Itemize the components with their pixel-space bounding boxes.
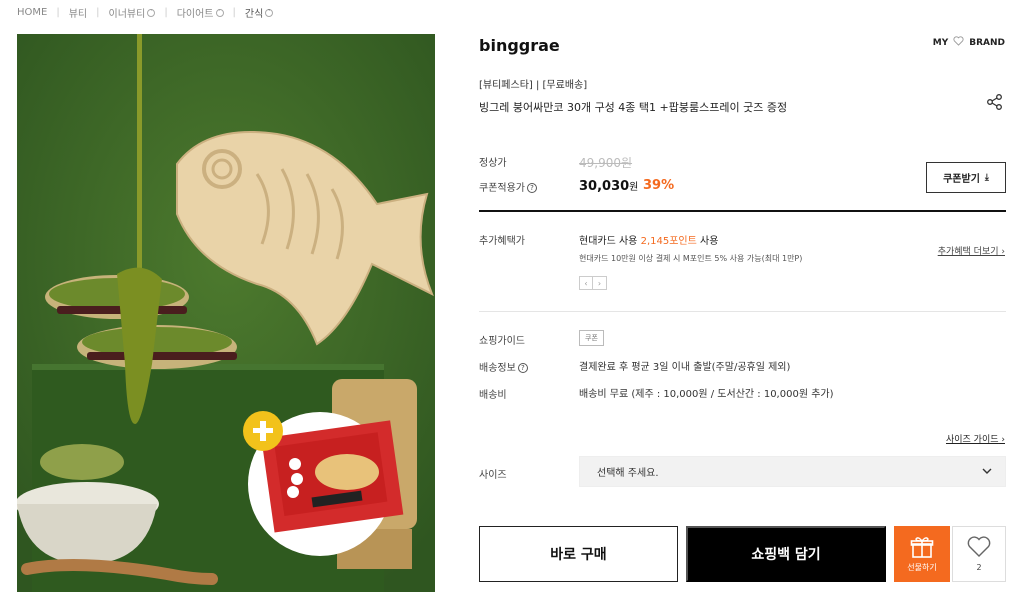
add-to-bag-label: 쇼핑백 담기 [751, 547, 821, 563]
coupon-price-unit: 원 [629, 182, 639, 193]
coupon-price-label: 쿠폰적용가 [479, 183, 525, 194]
coupon-price-label-wrap: 쿠폰적용가? [479, 179, 537, 194]
breadcrumb-diet[interactable]: 다이어트 ˅ [177, 5, 224, 20]
breadcrumb-separator: | [232, 7, 236, 18]
coupon-price: 30,030원 [579, 178, 638, 194]
gift-label: 선물하기 [907, 562, 937, 572]
breadcrumb-snack[interactable]: 간식 ˅ [244, 5, 274, 20]
brand-name[interactable]: binggrae [479, 36, 560, 55]
help-icon[interactable]: ? [517, 363, 528, 373]
like-button[interactable]: 2 [952, 526, 1006, 582]
breadcrumb-inner-beauty[interactable]: 이너뷰티 ˅ [109, 5, 156, 20]
product-tags: [뷰티페스타] | [무료배송] [479, 80, 588, 91]
regular-price-label: 정상가 [479, 158, 507, 169]
breadcrumb-separator: | [164, 7, 168, 18]
coupon-price-value: 30,030 [579, 179, 630, 194]
breadcrumb-snack-label: 간식 [244, 9, 264, 20]
product-illustration [17, 34, 435, 592]
benefit-detail: 현대카드 10만원 이상 결제 시 M포인트 5% 사용 가능(최대 1만P) [579, 254, 803, 263]
buy-now-button[interactable]: 바로 구매 [479, 526, 678, 582]
benefit-more-link[interactable]: 추가혜택 더보기 › [938, 244, 1005, 257]
product-title: 빙그레 붕어싸만코 30개 구성 4종 택1 +팝붕룸스프레이 굿즈 증정 [479, 101, 788, 114]
shipping-fee-label: 배송비 [479, 390, 507, 401]
size-select[interactable]: 선택해 주세요. [579, 456, 1006, 487]
chevron-down-icon[interactable]: ˅ [265, 8, 274, 17]
breadcrumb-separator: | [96, 7, 100, 18]
shipping-label-wrap: 배송정보? [479, 359, 528, 374]
my-brand-toggle[interactable]: MY BRAND [933, 36, 1005, 49]
buy-now-label: 바로 구매 [550, 547, 607, 563]
benefit-points-suffix: 사용 [700, 236, 719, 247]
help-icon[interactable]: ? [527, 183, 537, 193]
size-guide-label: 사이즈 가이드 [945, 435, 999, 445]
coupon-tag[interactable]: 쿠폰 [579, 330, 604, 346]
shipping-label: 배송정보 [479, 363, 516, 374]
benefit-more-label: 추가혜택 더보기 [937, 247, 999, 257]
breadcrumb-inner-beauty-label: 이너뷰티 [108, 9, 146, 20]
product-image [17, 34, 435, 592]
chevron-down-icon [981, 465, 993, 480]
brand-label: BRAND [969, 37, 1005, 48]
divider [479, 210, 1006, 212]
share-icon[interactable] [986, 93, 1004, 111]
gift-button[interactable]: 선물하기 [894, 526, 950, 582]
benefit-label: 추가혜택가 [479, 236, 525, 247]
gift-icon [910, 536, 934, 558]
benefit-points: 2,145포인트 [640, 236, 697, 247]
breadcrumb-beauty[interactable]: 뷰티 [69, 5, 87, 20]
shipping-fee: 배송비 무료 (제주 : 10,000원 / 도서산간 : 10,000원 추가… [579, 389, 834, 400]
breadcrumb-home-label: HOME [17, 7, 48, 18]
benefit-pager: ‹ › [579, 276, 607, 290]
size-label: 사이즈 [479, 470, 507, 481]
chevron-down-icon[interactable]: ˅ [215, 8, 224, 17]
regular-price: 49,900원 [579, 156, 633, 170]
breadcrumb-diet-label: 다이어트 [176, 9, 214, 20]
like-count: 2 [976, 563, 982, 572]
coupon-button-label: 쿠폰받기 [943, 174, 980, 185]
heart-icon [967, 536, 991, 557]
coupon-download-button[interactable]: 쿠폰받기 ⤓ [926, 162, 1006, 193]
benefit-main: 현대카드 사용 2,145포인트 사용 [579, 232, 718, 247]
next-arrow-icon[interactable]: › [593, 276, 607, 290]
divider [479, 311, 1006, 312]
size-guide-link[interactable]: 사이즈 가이드 › [946, 432, 1005, 445]
size-select-value: 선택해 주세요. [597, 468, 659, 479]
shopping-guide-label: 쇼핑가이드 [479, 336, 525, 347]
my-label: MY [932, 37, 949, 48]
add-to-bag-button[interactable]: 쇼핑백 담기 [686, 526, 886, 582]
breadcrumb-separator: | [56, 7, 60, 18]
breadcrumb-home[interactable]: HOME [17, 7, 47, 18]
download-icon: ⤓ [984, 172, 989, 183]
prev-arrow-icon[interactable]: ‹ [579, 276, 593, 290]
discount-rate: 39% [643, 178, 675, 193]
breadcrumb-beauty-label: 뷰티 [68, 9, 88, 20]
benefit-card: 현대카드 사용 [579, 236, 638, 247]
shipping-info: 결제완료 후 평균 3일 이내 출발(주말/공휴일 제외) [579, 362, 791, 373]
breadcrumb: HOME | 뷰티 | 이너뷰티 ˅ | 다이어트 ˅ | 간식 ˅ [17, 5, 274, 20]
chevron-down-icon[interactable]: ˅ [147, 8, 156, 17]
heart-icon[interactable] [953, 36, 964, 49]
